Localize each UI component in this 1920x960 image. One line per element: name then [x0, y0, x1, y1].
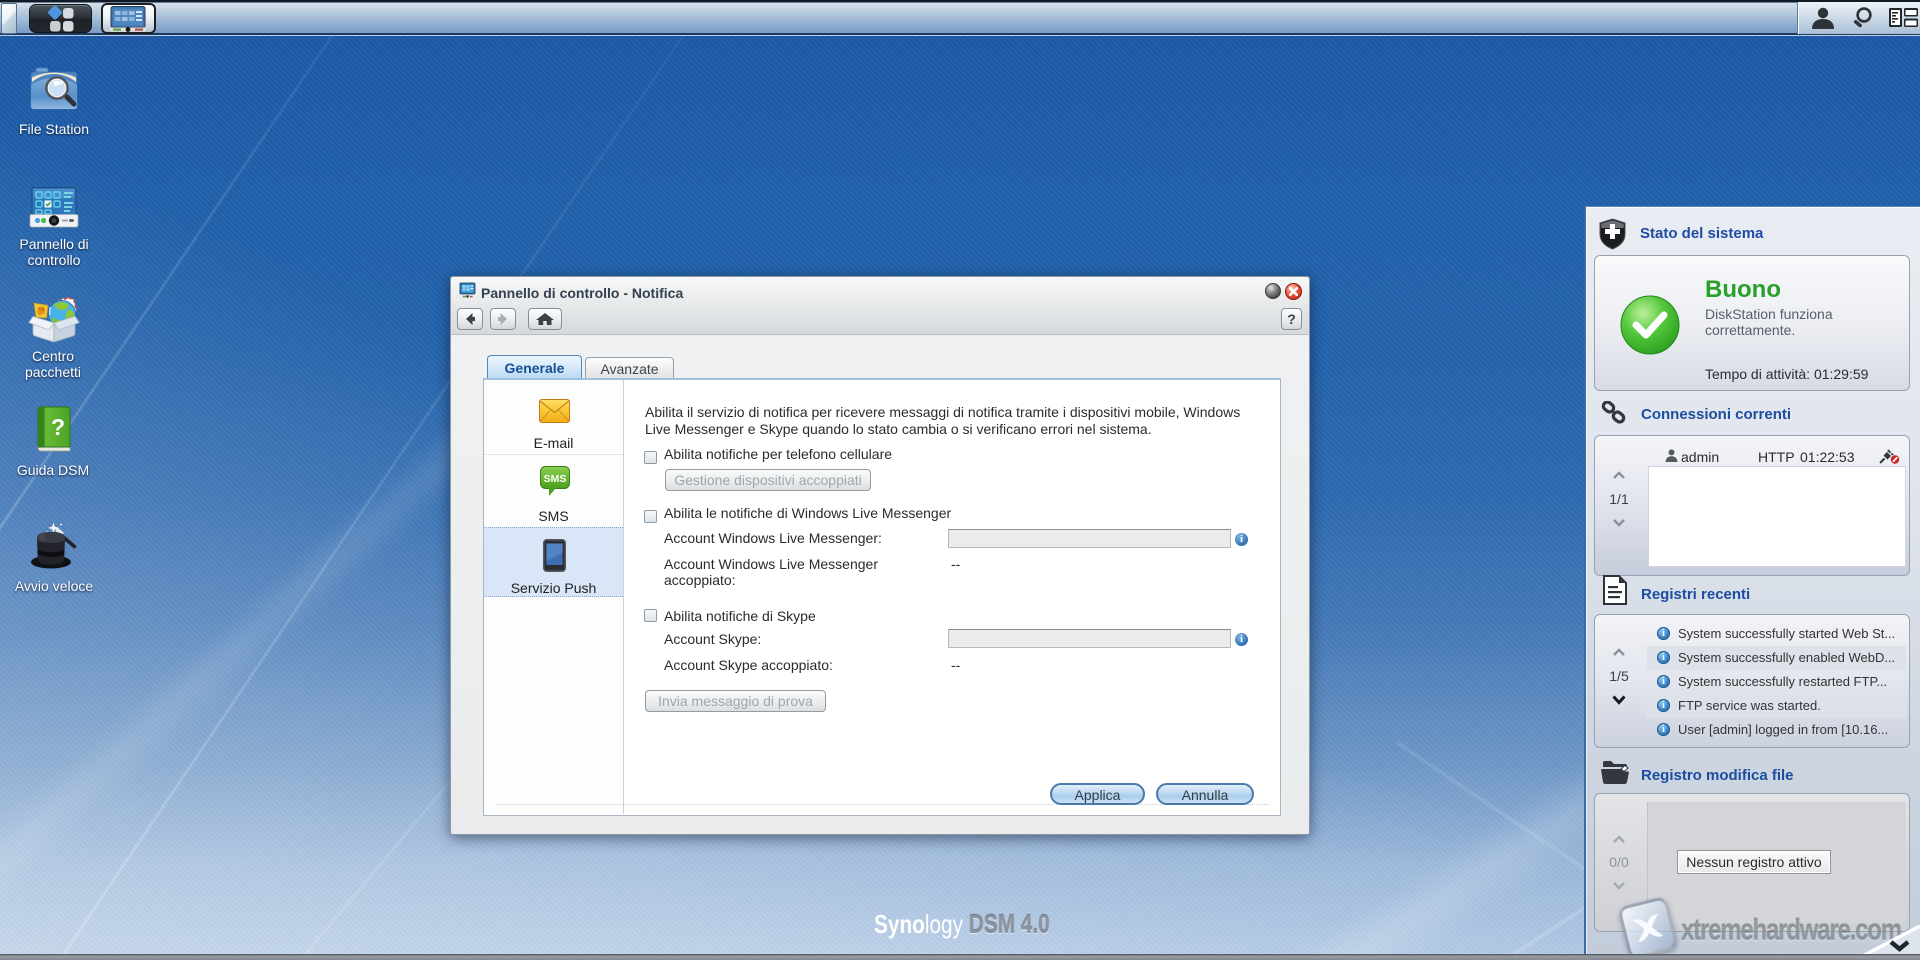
- svg-text:?: ?: [51, 414, 65, 440]
- svg-text:SMS: SMS: [544, 473, 567, 485]
